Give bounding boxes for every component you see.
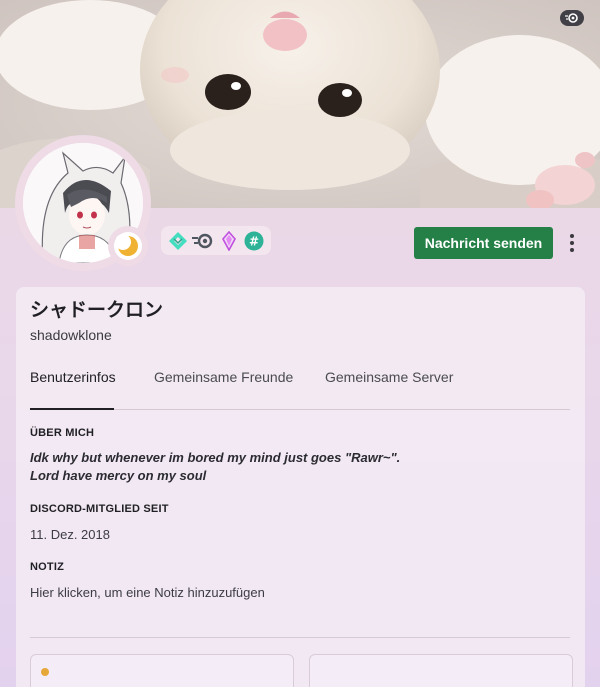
hypesquad-balance-icon[interactable] <box>167 230 189 252</box>
hashtag-icon[interactable]: # <box>243 230 265 252</box>
status-dot-icon <box>41 668 49 676</box>
badge-list: # <box>161 226 271 255</box>
svg-text:#: # <box>249 234 259 248</box>
user-profile-modal: # Nachricht senden シャドークロン shadowklone B… <box>0 0 600 687</box>
idle-moon-icon <box>108 226 148 266</box>
member-since-date: 11. Dez. 2018 <box>30 527 110 542</box>
note-input[interactable]: Hier klicken, um eine Notiz hinzuzufügen <box>30 585 265 600</box>
about-me-line: Idk why but whenever im bored my mind ju… <box>30 450 401 465</box>
tab-mutual-servers[interactable]: Gemeinsame Server <box>325 363 453 408</box>
avatar[interactable] <box>15 135 151 271</box>
nitro-icon[interactable] <box>560 10 584 26</box>
about-me-line: Lord have mercy on my soul <box>30 468 207 483</box>
note-heading: NOTIZ <box>30 561 64 573</box>
about-me-text: Idk why but whenever im bored my mind ju… <box>30 449 550 485</box>
profile-info-card: シャドークロン shadowklone Benutzerinfos Gemein… <box>16 287 585 687</box>
display-name: シャドークロン <box>30 299 164 321</box>
boost-gem-icon[interactable] <box>218 230 240 252</box>
more-vertical-icon[interactable] <box>562 228 582 258</box>
about-me-heading: ÜBER MICH <box>30 427 95 439</box>
connected-account-card[interactable] <box>30 654 294 687</box>
divider <box>30 637 570 638</box>
tab-user-info[interactable]: Benutzerinfos <box>30 363 116 410</box>
tab-mutual-friends[interactable]: Gemeinsame Freunde <box>154 363 293 408</box>
connected-account-card[interactable] <box>309 654 573 687</box>
member-since-heading: DISCORD-MITGLIED SEIT <box>30 503 169 515</box>
nitro-icon[interactable] <box>192 230 214 252</box>
profile-tabs: Benutzerinfos Gemeinsame Freunde Gemeins… <box>30 363 570 410</box>
send-message-button[interactable]: Nachricht senden <box>414 227 553 259</box>
username: shadowklone <box>30 327 112 343</box>
